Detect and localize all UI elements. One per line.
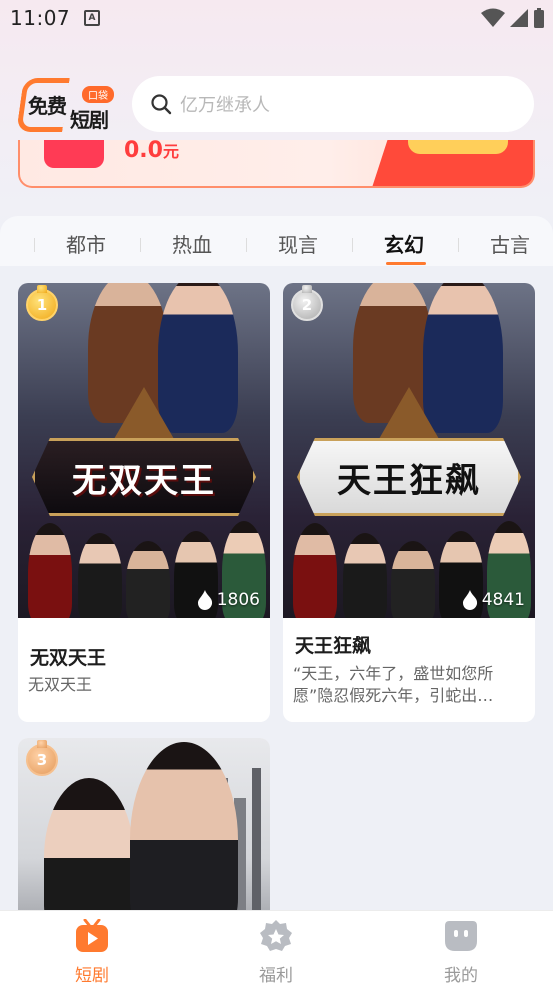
logo-text-main: 免费 bbox=[28, 94, 67, 118]
drama-description: 无双天王 bbox=[28, 675, 93, 694]
drama-tv-icon bbox=[76, 919, 108, 952]
tab-divider bbox=[140, 238, 141, 252]
tab-divider bbox=[246, 238, 247, 252]
active-tab-indicator bbox=[386, 262, 426, 265]
play-count: 4841 bbox=[462, 590, 525, 610]
tab-divider bbox=[34, 238, 35, 252]
nav-item-drama[interactable]: 短剧 bbox=[32, 911, 152, 984]
flame-icon bbox=[462, 590, 477, 610]
drama-poster[interactable]: 天王狂飙 2 4841 bbox=[283, 283, 535, 618]
nav-label-profile: 我的 bbox=[444, 966, 478, 984]
tab-guyan[interactable]: 古言 bbox=[490, 229, 530, 258]
rank-badge-gold: 1 bbox=[26, 285, 58, 321]
banner-button[interactable] bbox=[408, 140, 508, 154]
signal-icon bbox=[510, 9, 528, 27]
drama-poster[interactable]: 无双天王 1 1806 bbox=[18, 283, 270, 618]
battery-icon bbox=[534, 8, 544, 28]
poster-figure-man bbox=[130, 742, 238, 938]
rank-badge-bronze: 3 bbox=[26, 740, 58, 776]
poster-title: 无双天王 bbox=[72, 460, 216, 501]
poster-title-plate: 天王狂飙 bbox=[297, 438, 521, 516]
poster-title-plate: 无双天王 bbox=[32, 438, 256, 516]
nav-label-welfare: 福利 bbox=[259, 966, 293, 984]
poster-figure bbox=[126, 541, 170, 618]
tab-rexue[interactable]: 热血 bbox=[172, 229, 212, 258]
banner-amount-unit: 元 bbox=[162, 142, 179, 161]
nav-item-welfare[interactable]: 福利 bbox=[216, 911, 336, 984]
poster-figure bbox=[293, 523, 337, 618]
poster-emblem bbox=[114, 387, 174, 439]
flame-icon bbox=[197, 590, 212, 610]
nav-label-drama: 短剧 bbox=[75, 966, 109, 984]
play-count: 1806 bbox=[197, 590, 260, 610]
drama-title: 无双天王 bbox=[30, 647, 107, 669]
drama-description: “天王，六年了，盛世如您所愿”隐忍假死六年，引蛇出… bbox=[293, 664, 494, 705]
banner-amount: 0.0元 bbox=[124, 140, 179, 163]
banner-amount-value: 0.0 bbox=[124, 140, 163, 163]
drama-title: 天王狂飙 bbox=[295, 635, 372, 657]
poster-figure bbox=[343, 533, 387, 618]
tab-divider bbox=[458, 238, 459, 252]
play-count-value: 1806 bbox=[216, 590, 260, 610]
profile-face-icon bbox=[445, 921, 477, 951]
play-count-value: 4841 bbox=[481, 590, 525, 610]
rank-badge-silver: 2 bbox=[291, 285, 323, 321]
tab-divider bbox=[352, 238, 353, 252]
search-icon bbox=[151, 94, 172, 115]
drama-poster[interactable]: 3 bbox=[18, 738, 270, 938]
bottom-nav: 短剧 福利 我的 bbox=[0, 910, 553, 984]
reward-banner[interactable]: 0.0元 bbox=[18, 140, 535, 188]
poster-figure bbox=[78, 533, 122, 618]
search-input[interactable]: 亿万继承人 bbox=[132, 76, 534, 132]
nav-item-profile[interactable]: 我的 bbox=[401, 911, 521, 984]
category-tabs: 都市 热血 现言 玄幻 古言 bbox=[0, 216, 553, 266]
tab-dushi[interactable]: 都市 bbox=[66, 229, 106, 258]
drama-card[interactable]: 3 bbox=[18, 738, 270, 938]
drama-card[interactable]: 无双天王 1 1806 无双天王 无双天王 bbox=[18, 283, 270, 722]
notification-a-icon: A bbox=[84, 10, 100, 26]
app-logo: 免费 口袋 短剧 bbox=[16, 76, 124, 136]
welfare-star-icon bbox=[260, 920, 292, 951]
poster-emblem bbox=[379, 387, 439, 439]
tab-xianyan[interactable]: 现言 bbox=[278, 229, 318, 258]
status-icons bbox=[481, 7, 545, 29]
header: 免费 口袋 短剧 亿万继承人 bbox=[0, 72, 553, 136]
poster-figure bbox=[28, 523, 72, 618]
logo-text-sub: 短剧 bbox=[70, 108, 109, 132]
status-time: 11:07 bbox=[10, 6, 71, 30]
search-placeholder: 亿万继承人 bbox=[180, 95, 270, 116]
wifi-icon bbox=[481, 8, 505, 27]
tab-xuanhuan[interactable]: 玄幻 bbox=[384, 229, 424, 258]
banner-red-icon bbox=[44, 140, 104, 168]
logo-badge: 口袋 bbox=[82, 86, 114, 103]
status-bar: 11:07 A bbox=[0, 0, 553, 36]
poster-title: 天王狂飙 bbox=[337, 460, 481, 501]
drama-card[interactable]: 天王狂飙 2 4841 天王狂飙 “天王，六年了，盛世如您所愿”隐忍假死六年，引… bbox=[283, 283, 535, 722]
poster-figure bbox=[391, 541, 435, 618]
poster-building bbox=[252, 768, 261, 918]
